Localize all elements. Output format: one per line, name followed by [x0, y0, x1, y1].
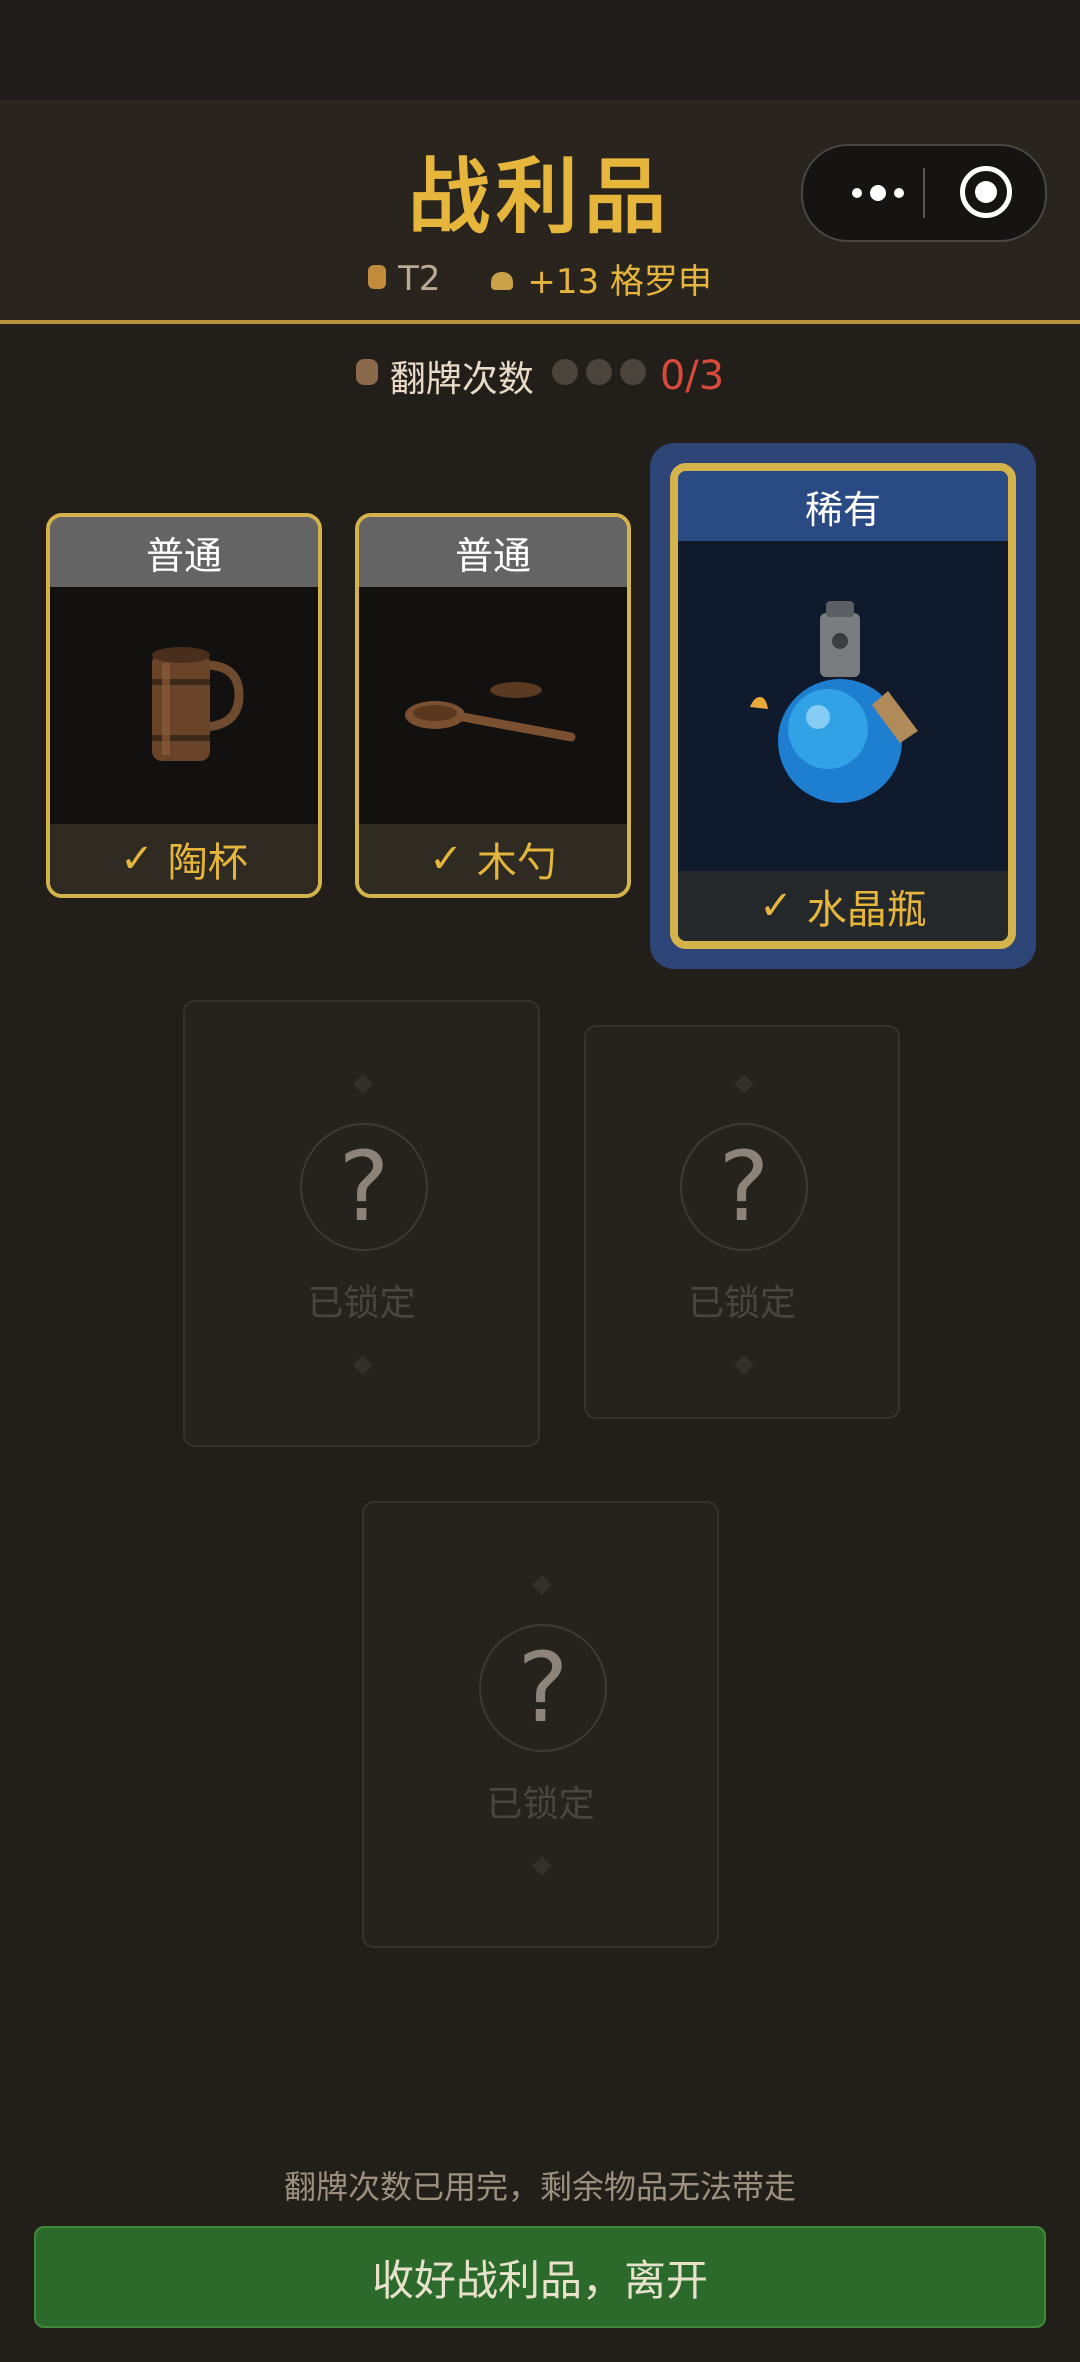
rarity-label: 普通	[359, 517, 627, 587]
target-icon[interactable]	[960, 166, 1012, 218]
item-name: 水晶瓶	[806, 887, 927, 933]
rarity-label: 稀有	[678, 471, 1008, 541]
diamond-ornament	[734, 1355, 754, 1375]
item-art	[50, 587, 318, 824]
status-bar	[0, 0, 1080, 100]
miniprogram-capsule	[801, 144, 1047, 242]
flip-dot	[619, 359, 646, 385]
check-icon: ✓	[120, 836, 154, 882]
loot-card-mug[interactable]: 普通 ✓ 陶杯	[46, 513, 322, 898]
locked-card: ? 已锁定	[584, 1025, 900, 1419]
check-icon: ✓	[759, 883, 793, 929]
item-name-bar: ✓ 木勺	[359, 824, 627, 894]
rare-card-glow: 稀有 ✓ 水晶瓶	[650, 443, 1036, 969]
mug-icon	[152, 647, 244, 761]
bag-icon	[355, 359, 378, 385]
flip-label: 翻牌次数	[389, 359, 534, 400]
diamond-ornament	[353, 1355, 373, 1375]
rarity-label: 普通	[50, 517, 318, 587]
locked-card: ? 已锁定	[183, 1000, 540, 1447]
item-name-bar: ✓ 陶杯	[50, 824, 318, 894]
item-art	[678, 541, 1008, 871]
tier-label: T2	[398, 258, 441, 299]
question-icon: ?	[300, 1123, 428, 1251]
header-divider	[0, 320, 1080, 324]
question-icon: ?	[479, 1624, 607, 1752]
item-name: 木勺	[476, 840, 557, 886]
question-icon: ?	[680, 1123, 808, 1251]
coin-pouch-icon	[491, 271, 514, 290]
diamond-ornament	[734, 1074, 754, 1094]
check-icon: ✓	[429, 836, 463, 882]
flip-dot	[585, 359, 612, 385]
flip-dot	[551, 359, 578, 385]
locked-label: 已锁定	[687, 1283, 796, 1324]
leave-button[interactable]: 收好战利品，离开	[34, 2226, 1046, 2328]
flip-exhausted-notice: 翻牌次数已用完，剩余物品无法带走	[283, 2168, 796, 2206]
lock-icon	[368, 265, 387, 289]
locked-card: ? 已锁定	[362, 1501, 719, 1948]
loot-meta: T2 +13 格罗申	[0, 254, 1080, 303]
more-icon[interactable]	[833, 146, 923, 240]
locked-label: 已锁定	[486, 1784, 595, 1825]
diamond-ornament	[532, 1575, 552, 1595]
flip-counter: 翻牌次数 0/3	[0, 350, 1080, 402]
spoon-icon	[405, 682, 576, 742]
capsule-divider	[923, 168, 925, 218]
item-name-bar: ✓ 水晶瓶	[678, 871, 1008, 941]
diamond-ornament	[353, 1074, 373, 1094]
flip-count: 0/3	[659, 353, 725, 399]
item-name: 陶杯	[167, 840, 248, 886]
potion-icon	[750, 601, 918, 803]
item-art	[359, 587, 627, 824]
loot-card-crystal-bottle[interactable]: 稀有 ✓ 水晶瓶	[670, 463, 1016, 949]
reward-label: +13 格罗申	[527, 262, 712, 302]
locked-label: 已锁定	[307, 1283, 416, 1324]
loot-card-spoon[interactable]: 普通 ✓ 木勺	[355, 513, 631, 898]
diamond-ornament	[532, 1856, 552, 1876]
